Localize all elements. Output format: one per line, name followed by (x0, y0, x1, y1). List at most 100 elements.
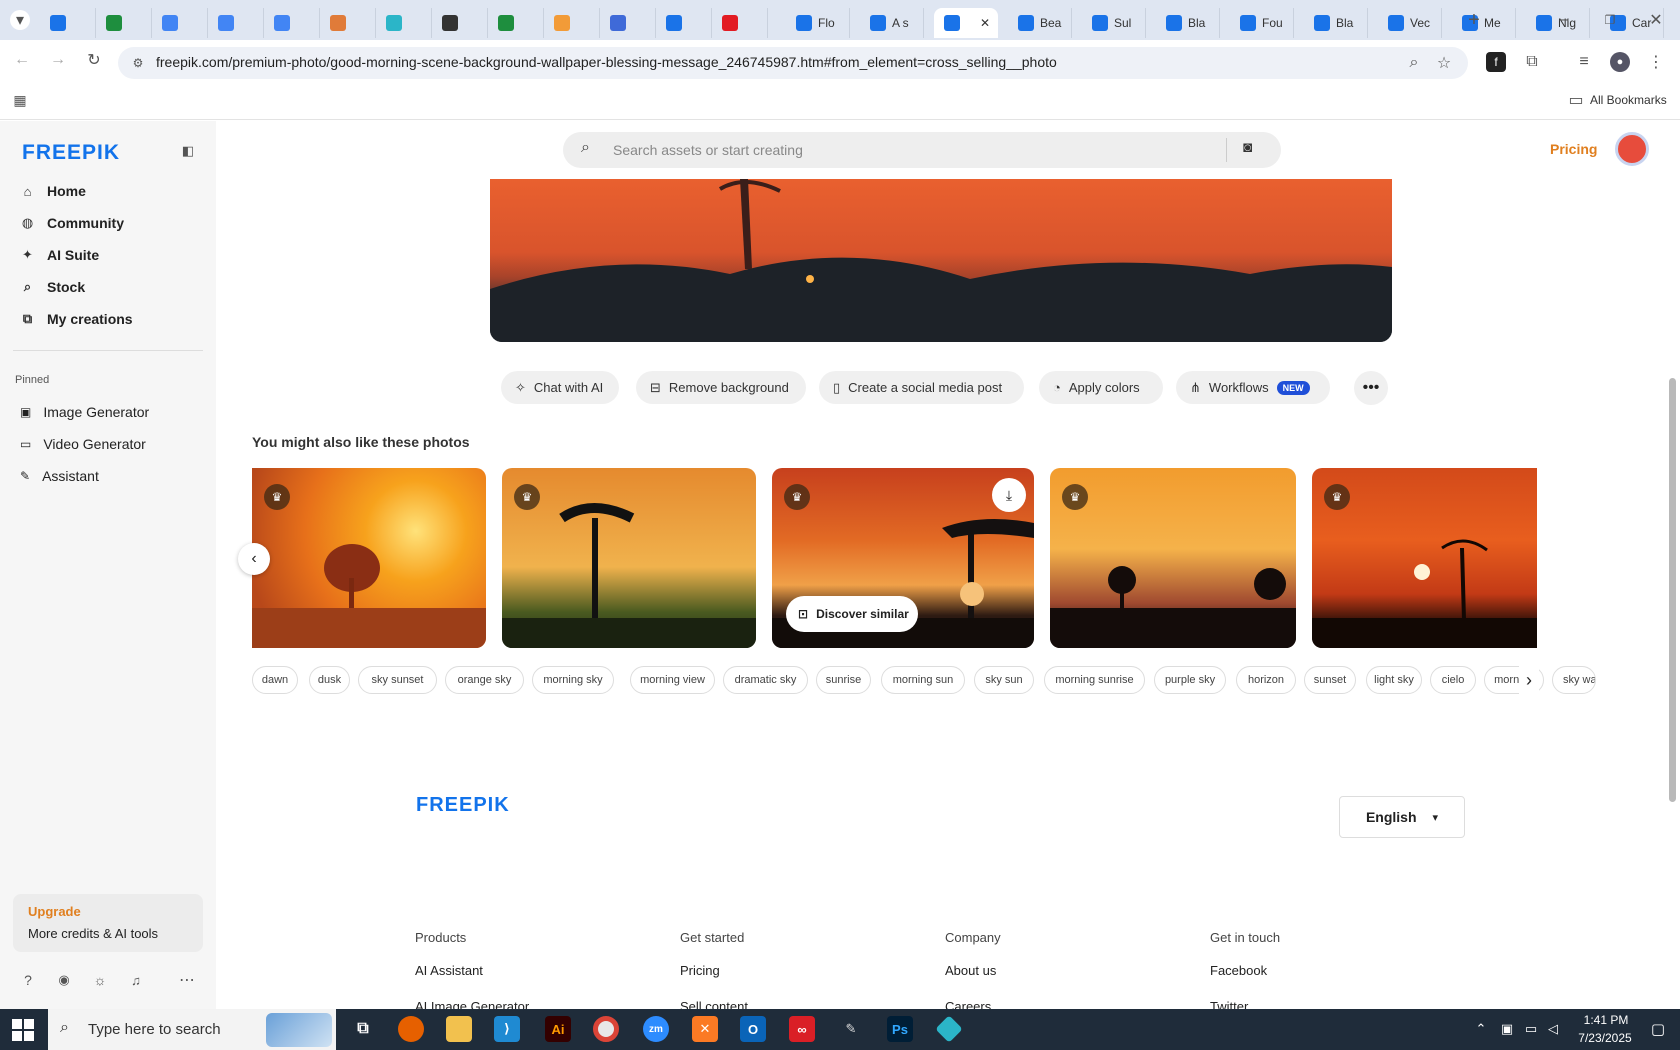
bookmark-star-icon[interactable]: ☆ (1434, 53, 1454, 73)
tags-next-button[interactable]: › (1519, 666, 1539, 694)
more-actions-button[interactable]: ••• (1354, 371, 1388, 405)
app-icon[interactable] (935, 1015, 963, 1043)
sidebar-item-stock[interactable]: ⌕ Stock (20, 274, 85, 300)
photoshop-icon[interactable]: Ps (887, 1016, 913, 1042)
similar-photo-3[interactable]: ♛ ⤓ ⊡ Discover similar (772, 468, 1034, 648)
language-select[interactable]: English ▾ (1339, 796, 1465, 838)
site-info-icon[interactable]: ⚙ (128, 53, 148, 73)
all-bookmarks[interactable]: All Bookmarks (1590, 93, 1667, 107)
sidebar-item-assistant[interactable]: ✎ Assistant (20, 463, 99, 489)
browser-tab[interactable]: Bea (1008, 8, 1072, 38)
upgrade-card[interactable]: Upgrade More credits & AI tools (13, 894, 203, 952)
tag-chip[interactable]: morning sky (532, 666, 614, 694)
outlook-icon[interactable]: O (740, 1016, 766, 1042)
browser-tab[interactable] (40, 8, 96, 38)
tag-chip[interactable]: dramatic sky (723, 666, 808, 694)
tag-chip[interactable]: horizon (1236, 666, 1296, 694)
minimize-icon[interactable]: – (1554, 10, 1574, 30)
xampp-icon[interactable]: ✕ (692, 1016, 718, 1042)
illustrator-icon[interactable]: Ai (545, 1016, 571, 1042)
tag-chip[interactable]: sunrise (816, 666, 871, 694)
action-remove-background[interactable]: ⊟ Remove background (636, 371, 806, 404)
browser-tab[interactable]: Fou (1230, 8, 1294, 38)
browser-tab[interactable]: A s (860, 8, 924, 38)
tag-chip[interactable]: purple sky (1154, 666, 1226, 694)
browser-tab[interactable] (96, 8, 152, 38)
action-apply-colors[interactable]: ◔ Apply colors (1039, 371, 1163, 404)
similar-photo-4[interactable]: ♛ (1050, 468, 1296, 648)
help-icon[interactable]: ? (18, 970, 38, 990)
footer-link[interactable]: AI Assistant (415, 963, 483, 978)
theme-icon[interactable]: ☼ (90, 970, 110, 990)
firefox-icon[interactable] (398, 1016, 424, 1042)
close-tab-icon[interactable]: ✕ (980, 16, 990, 30)
collapse-sidebar-icon[interactable]: ◧ (178, 141, 198, 161)
discord-icon[interactable]: ◉ (54, 970, 74, 990)
close-window-icon[interactable]: ✕ (1646, 10, 1666, 30)
taskbar-search-input[interactable]: Type here to search (88, 1021, 221, 1038)
clock-date[interactable]: 7/23/2025 (1568, 1031, 1642, 1045)
back-icon[interactable]: ← (12, 50, 32, 70)
browser-tab[interactable]: Bla (1156, 8, 1220, 38)
browser-tab[interactable] (656, 8, 712, 38)
reload-icon[interactable]: ↻ (84, 50, 104, 70)
footer-link[interactable]: Facebook (1210, 963, 1267, 978)
browser-tab[interactable]: Bla (1304, 8, 1368, 38)
taskbar-search[interactable]: ⌕ Type here to search (48, 1009, 336, 1050)
start-button[interactable] (12, 1019, 34, 1041)
media-icon[interactable]: ≡ (1574, 52, 1594, 72)
sidebar-item-image-generator[interactable]: ▣ Image Generator (20, 399, 149, 425)
tag-chip[interactable]: morning view (630, 666, 715, 694)
tag-chip[interactable]: dawn (252, 666, 298, 694)
avatar[interactable] (1615, 132, 1649, 166)
forward-icon[interactable]: → (48, 50, 68, 70)
puzzle-icon[interactable]: ⧉ (1522, 52, 1542, 72)
browser-tab[interactable] (600, 8, 656, 38)
tab-search-icon[interactable]: ▾ (10, 10, 30, 30)
zoom-icon[interactable]: ⌕ (1404, 53, 1424, 73)
discover-similar-button[interactable]: ⊡ Discover similar (786, 596, 918, 632)
tag-chip[interactable]: cielo (1430, 666, 1476, 694)
footer-link[interactable]: Careers (945, 999, 991, 1009)
browser-tab[interactable]: Pur (1674, 8, 1680, 38)
scrollbar-thumb[interactable] (1669, 378, 1676, 802)
tag-chip[interactable]: morning sun (881, 666, 965, 694)
browser-tab[interactable] (432, 8, 488, 38)
file-explorer-icon[interactable] (446, 1016, 472, 1042)
browser-tab[interactable]: Vec (1378, 8, 1442, 38)
action-chat-with-ai[interactable]: ✧ Chat with AI (501, 371, 619, 404)
freepik-logo[interactable]: FREEPIK (22, 141, 120, 165)
maximize-icon[interactable]: ❐ (1600, 10, 1620, 30)
browser-tab[interactable] (320, 8, 376, 38)
more-icon[interactable]: ⋯ (177, 970, 197, 990)
apps-grid-icon[interactable]: ▦ (10, 90, 30, 110)
search-input[interactable]: Search assets or start creating (613, 142, 803, 158)
similar-photo-2[interactable]: ♛ (502, 468, 756, 648)
clock-time[interactable]: 1:41 PM (1574, 1013, 1638, 1027)
browser-tab[interactable] (376, 8, 432, 38)
tag-chip[interactable]: light sky (1366, 666, 1422, 694)
action-create-a-social-media-post[interactable]: ▯ Create a social media post (819, 371, 1024, 404)
similar-photo-1[interactable]: ♛ (252, 468, 486, 648)
similar-photo-5[interactable]: ♛ (1312, 468, 1537, 648)
camera-icon[interactable]: ◙ (1243, 139, 1252, 156)
vscode-icon[interactable]: ⟩ (494, 1016, 520, 1042)
tag-chip[interactable]: sky sunset (358, 666, 437, 694)
creative-cloud-icon[interactable]: ∞ (789, 1016, 815, 1042)
footer-link[interactable]: Pricing (680, 963, 720, 978)
chrome-icon[interactable] (593, 1016, 619, 1042)
browser-tab[interactable] (264, 8, 320, 38)
tag-chip[interactable]: dusk (309, 666, 350, 694)
footer-link[interactable]: Sell content (680, 999, 748, 1009)
update-icon[interactable]: ▣ (1494, 1016, 1520, 1042)
sidebar-item-my-creations[interactable]: ⧉ My creations (20, 306, 133, 332)
browser-tab[interactable]: ✕ (934, 8, 998, 38)
footer-link[interactable]: Twitter (1210, 999, 1248, 1009)
pricing-link[interactable]: Pricing (1550, 141, 1597, 157)
footer-link[interactable]: AI Image Generator (415, 999, 529, 1009)
tag-chip[interactable]: morning sunrise (1044, 666, 1145, 694)
browser-tab[interactable]: Me (1452, 8, 1516, 38)
tag-chip[interactable]: sky wa (1552, 666, 1596, 694)
task-view-icon[interactable]: ⧉ (350, 1016, 376, 1042)
chevron-up-icon[interactable]: ⌃ (1468, 1016, 1494, 1042)
